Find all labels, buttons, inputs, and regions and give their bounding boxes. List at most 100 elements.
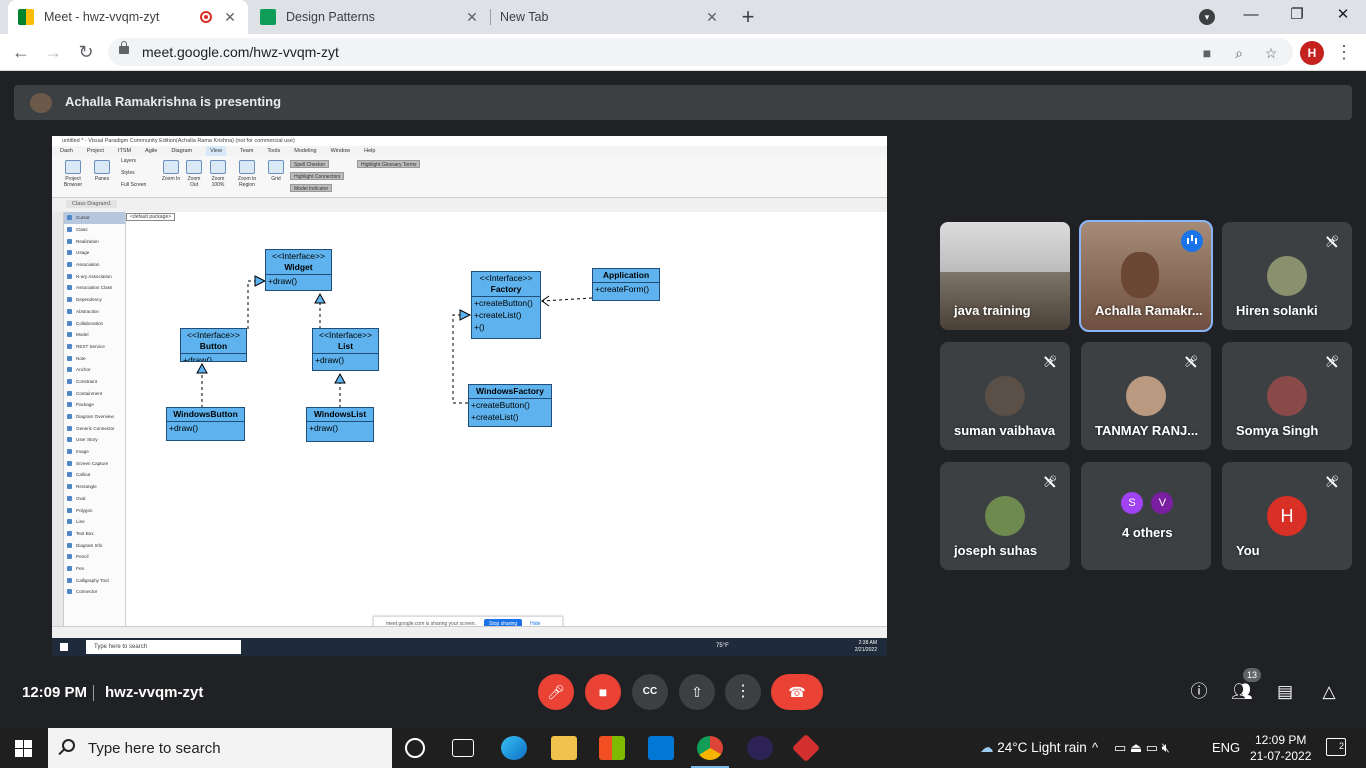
file-explorer-icon[interactable]	[551, 736, 577, 760]
uml-operation: +draw()	[169, 423, 199, 433]
more-options-button[interactable]: ⋮	[725, 674, 761, 710]
uml-stereotype: <<Interface>>	[187, 330, 240, 340]
minimize-icon[interactable]: —	[1236, 3, 1266, 27]
chrome-menu-icon[interactable]: ⋮	[1334, 40, 1354, 64]
uml-operation: +()	[474, 322, 485, 332]
connector-application-factory	[541, 297, 593, 302]
participant-name: Hiren solanki	[1236, 303, 1318, 318]
video-feed-floor	[940, 272, 1070, 330]
mail-icon[interactable]	[648, 736, 674, 760]
avatar	[1126, 376, 1166, 416]
close-window-icon[interactable]: ✕	[1328, 3, 1358, 27]
zoom-icon[interactable]: ⌕	[1230, 44, 1248, 62]
weather-widget[interactable]: ☁︎ 24°C Light rain	[980, 740, 1087, 756]
tab-new-tab[interactable]: New Tab ✕	[490, 0, 730, 34]
activities-icon[interactable]: △	[1317, 680, 1341, 704]
captions-button[interactable]: CC	[632, 674, 668, 710]
presenter-avatar	[30, 93, 52, 113]
avatar	[985, 376, 1025, 416]
browser-toolbar: ← → ↻ meet.google.com/hwz-vvqm-zyt ■ ⌕ ☆…	[0, 34, 1366, 71]
tab-title: Meet - hwz-vvqm-zyt	[44, 10, 160, 24]
close-tab-icon[interactable]: ✕	[464, 9, 480, 26]
uml-class-list: <<Interface>> List +draw()	[312, 328, 379, 371]
edge-icon[interactable]	[501, 736, 527, 760]
chat-icon[interactable]: ▤	[1273, 680, 1297, 704]
tab-design-patterns[interactable]: Design Patterns ✕	[250, 0, 490, 34]
uml-class-name: List	[337, 341, 354, 351]
uml-class-windowsfactory: WindowsFactory +createButton() +createLi…	[468, 384, 552, 427]
mic-off-icon: 🎤︎	[1184, 356, 1198, 368]
address-bar[interactable]: meet.google.com/hwz-vvqm-zyt ■ ⌕ ☆	[108, 38, 1293, 66]
meet-favicon-icon	[18, 9, 34, 25]
mic-toggle-button[interactable]: 🎤︎	[538, 674, 574, 710]
uml-class-name: WindowsList	[313, 409, 367, 419]
leave-call-button[interactable]: ☎︎	[771, 674, 823, 710]
chrome-icon[interactable]	[691, 736, 729, 768]
uml-operation: +createList()	[474, 310, 522, 320]
arrowhead	[254, 275, 267, 287]
arrowhead	[314, 292, 326, 304]
participant-tile[interactable]: 🎤︎ suman vaibhava	[940, 342, 1070, 450]
reload-icon[interactable]: ↻	[74, 40, 98, 64]
show-hidden-icons[interactable]: ^	[1092, 740, 1098, 755]
close-tab-icon[interactable]: ✕	[704, 9, 720, 26]
tab-meet[interactable]: Meet - hwz-vvqm-zyt ✕	[8, 0, 248, 34]
forward-icon[interactable]: →	[41, 40, 65, 64]
taskbar-clock[interactable]: 12:09 PM 21-07-2022	[1250, 732, 1311, 764]
notification-center-icon[interactable]: 2	[1326, 738, 1346, 756]
back-icon[interactable]: ←	[9, 40, 33, 64]
taskbar-search-placeholder: Type here to search	[88, 740, 221, 757]
cortana-icon[interactable]	[405, 738, 425, 758]
store-icon[interactable]	[599, 736, 625, 760]
camera-toggle-button[interactable]: ■	[585, 674, 621, 710]
participant-tile[interactable]: 🎤︎ TANMAY RANJ...	[1081, 342, 1211, 450]
eclipse-icon[interactable]	[747, 736, 773, 760]
uml-operation: +draw()	[309, 423, 339, 433]
visual-paradigm-icon[interactable]	[791, 733, 821, 763]
lock-icon	[119, 41, 129, 54]
participant-name: 4 others	[1122, 525, 1173, 540]
participant-name: You	[1236, 543, 1260, 558]
sheets-favicon-icon	[260, 9, 276, 25]
participant-tile[interactable]: 🎤︎ joseph suhas	[940, 462, 1070, 570]
tab-search-chevron-icon[interactable]: ▾	[1199, 9, 1215, 25]
uml-class-name: Application	[602, 270, 650, 280]
new-tab-plus-icon[interactable]: +	[738, 5, 758, 29]
people-icon[interactable]: 👥︎	[1230, 680, 1254, 704]
participant-name: Somya Singh	[1236, 423, 1319, 438]
camera-icon[interactable]: ■	[1198, 44, 1216, 62]
uml-class-factory: <<Interface>> Factory +createButton() +cr…	[471, 271, 541, 339]
meeting-clock: 12:09 PM	[22, 684, 88, 701]
shared-weather: 75°F	[716, 643, 729, 649]
task-view-icon[interactable]	[452, 739, 474, 757]
meet-controls-bar: 12:09 PM hwz-vvqm-zyt 🎤︎ ■ CC ⇧ ⋮ ☎︎ ⓘ 👥…	[0, 666, 1366, 728]
participant-name: Achalla Ramakr...	[1095, 303, 1203, 318]
windows-start-icon[interactable]	[15, 740, 32, 757]
speaking-indicator-icon	[1181, 230, 1203, 252]
participant-tile-self[interactable]: 🎤︎ H You	[1222, 462, 1352, 570]
shared-date: 2/21/2022	[854, 647, 877, 653]
presenting-text: Achalla Ramakrishna is presenting	[65, 94, 282, 109]
avatar	[1267, 376, 1307, 416]
restore-icon[interactable]: ❐	[1282, 3, 1312, 27]
present-button[interactable]: ⇧	[679, 674, 715, 710]
language-indicator[interactable]: ENG	[1212, 740, 1240, 755]
meeting-info-icon[interactable]: ⓘ	[1187, 680, 1211, 704]
uml-operation: +draw()	[315, 355, 345, 365]
participant-tile[interactable]: Achalla Ramakr...	[1079, 220, 1213, 332]
participant-tile[interactable]: 🎤︎ Somya Singh	[1222, 342, 1352, 450]
uml-operation: +createForm()	[595, 284, 650, 294]
participant-tile[interactable]: 🎤︎ Hiren solanki	[1222, 222, 1352, 330]
video-feed	[940, 222, 1070, 272]
participant-tile[interactable]: java training	[940, 222, 1070, 330]
profile-avatar[interactable]: H	[1300, 41, 1324, 65]
bookmark-star-icon[interactable]: ☆	[1262, 44, 1280, 62]
presenting-banner: Achalla Ramakrishna is presenting	[14, 85, 1352, 120]
taskbar-search-box[interactable]: Type here to search	[48, 728, 392, 768]
close-tab-icon[interactable]: ✕	[222, 9, 238, 26]
tray-icons[interactable]: ▭ ⏏ ▭ 🔇︎	[1114, 740, 1170, 756]
uml-class-name: Button	[199, 341, 228, 351]
uml-class-widget: <<Interface>> Widget +draw()	[265, 249, 332, 291]
shared-screen: untitled * - Visual Paradigm Community E…	[52, 136, 887, 656]
participant-tile-others[interactable]: S V 4 others	[1081, 462, 1211, 570]
